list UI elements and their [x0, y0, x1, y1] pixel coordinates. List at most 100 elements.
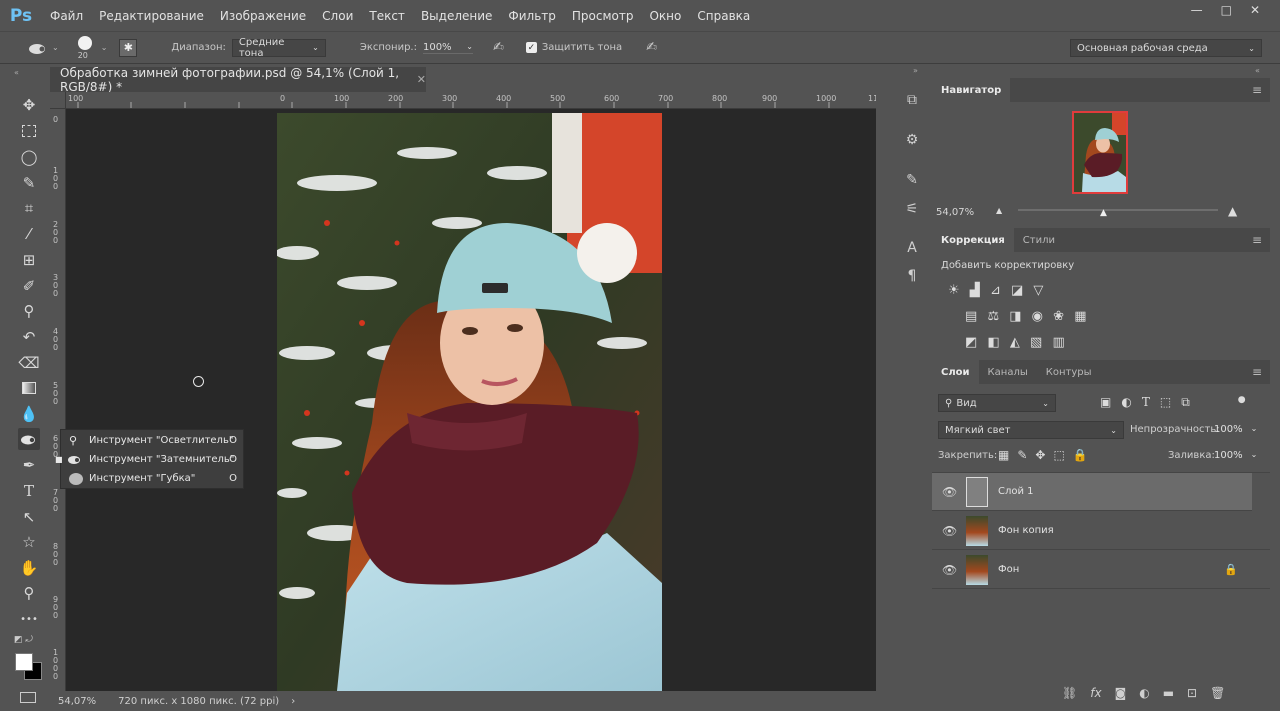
layer-filter-select[interactable]: ⚲ Вид ⌄	[938, 394, 1056, 412]
marquee-tool-icon[interactable]	[18, 120, 40, 142]
filter-smart-object-icon[interactable]: ⧉	[1181, 395, 1190, 410]
adjustment-icon[interactable]: ◐	[1139, 686, 1149, 700]
menu-view[interactable]: Просмотр	[564, 9, 642, 23]
layer-row[interactable]: 👁 Фон копия	[932, 512, 1270, 550]
slider-handle-icon[interactable]: ▲	[1100, 208, 1107, 218]
menu-select[interactable]: Выделение	[413, 9, 500, 23]
layer-row[interactable]: 👁 Фон 🔒	[932, 551, 1270, 589]
navigator-zoom[interactable]: 54,07%	[936, 207, 974, 218]
eyedropper-tool-icon[interactable]: ⁄	[18, 223, 40, 245]
properties-panel-icon[interactable]: ⚙	[902, 130, 922, 150]
gradient-tool-icon[interactable]	[18, 377, 40, 399]
lock-position-icon[interactable]: ✥	[1035, 448, 1045, 462]
blend-mode-select[interactable]: Мягкий свет ⌄	[938, 421, 1124, 439]
visibility-eye-icon[interactable]: 👁	[942, 485, 957, 499]
range-select[interactable]: Средние тона ⌄	[231, 37, 326, 59]
link-icon[interactable]: ⛓	[1062, 686, 1077, 700]
quick-select-tool-icon[interactable]: ✎	[18, 172, 40, 194]
menu-type[interactable]: Текст	[361, 9, 413, 23]
close-button[interactable]: ✕	[1250, 3, 1260, 17]
history-brush-tool-icon[interactable]: ↶	[18, 326, 40, 348]
path-select-tool-icon[interactable]: ↖	[18, 506, 40, 528]
zoom-tool-icon[interactable]: ⚲	[18, 582, 40, 604]
foreground-color-swatch[interactable]	[15, 653, 33, 671]
filter-type-icon[interactable]: T	[1142, 395, 1150, 410]
channel-mixer-icon[interactable]: ❀	[1053, 309, 1064, 324]
fill-input[interactable]: 100% ⌄	[1214, 450, 1257, 461]
color-lookup-icon[interactable]: ▦	[1074, 309, 1086, 324]
airbrush-icon[interactable]: ✍	[493, 40, 504, 55]
brightness-icon[interactable]: ☀	[948, 283, 960, 298]
black-white-icon[interactable]: ◨	[1009, 309, 1021, 324]
menu-image[interactable]: Изображение	[212, 9, 314, 23]
zoom-out-icon[interactable]: ▲	[996, 206, 1002, 215]
levels-icon[interactable]: ▟	[970, 283, 980, 298]
pen-tool-icon[interactable]: ✒	[18, 454, 40, 476]
mask-icon[interactable]: ◙	[1115, 686, 1127, 700]
filter-adjustment-icon[interactable]: ◐	[1121, 395, 1131, 410]
photo-canvas[interactable]	[277, 113, 662, 691]
flyout-item-sponge[interactable]: Инструмент "Губка" O	[61, 469, 245, 488]
swap-colors-icon[interactable]: ◩ ⤾	[14, 635, 33, 645]
sliders-icon[interactable]: ⚟	[902, 199, 922, 219]
brush-presets-icon[interactable]: ✎	[902, 170, 922, 190]
move-tool-icon[interactable]: ✥	[18, 94, 40, 116]
lock-all-icon[interactable]: 🔒	[1073, 448, 1088, 462]
paragraph-panel-icon[interactable]: ¶	[902, 266, 922, 286]
panel-menu-icon[interactable]: ≡	[1252, 365, 1262, 379]
flyout-item-burn[interactable]: ■ Инструмент "Затемнитель" O	[55, 450, 245, 469]
tab-paths[interactable]: Контуры	[1037, 360, 1101, 384]
color-balance-icon[interactable]: ⚖	[987, 309, 999, 324]
document-tab[interactable]: Обработка зимней фотографии.psd @ 54,1% …	[50, 66, 426, 94]
lock-artboard-icon[interactable]: ⬚	[1053, 448, 1064, 462]
lasso-tool-icon[interactable]: ◯	[18, 146, 40, 168]
tool-preset-picker[interactable]: ⌄	[28, 41, 59, 55]
exposure-icon[interactable]: ◪	[1011, 283, 1023, 298]
invert-icon[interactable]: ◩	[965, 335, 977, 350]
tab-styles[interactable]: Стили	[1014, 228, 1064, 252]
menu-file[interactable]: Файл	[42, 9, 91, 23]
protect-tones-checkbox[interactable]: ✓	[525, 42, 537, 53]
lock-pixels-icon[interactable]: ✎	[1017, 448, 1027, 462]
panel-menu-icon[interactable]: ≡	[1252, 233, 1262, 247]
ruler-origin[interactable]	[50, 92, 66, 109]
posterize-icon[interactable]: ◧	[987, 335, 999, 350]
status-arrow-icon[interactable]: ›	[291, 696, 295, 707]
layer-name[interactable]: Фон копия	[998, 525, 1054, 536]
type-tool-icon[interactable]: T	[18, 480, 40, 502]
tab-correction[interactable]: Коррекция	[932, 228, 1014, 252]
visibility-eye-icon[interactable]: 👁	[942, 524, 957, 538]
filter-pixel-icon[interactable]: ▣	[1100, 395, 1111, 410]
workspace-select[interactable]: Основная рабочая среда ⌄	[1070, 39, 1262, 57]
hue-saturation-icon[interactable]: ▤	[965, 309, 977, 324]
history-panel-icon[interactable]: ⧉	[902, 90, 922, 110]
brush-size-picker[interactable]: 20	[75, 34, 97, 62]
brush-tool-icon[interactable]: ✐	[18, 275, 40, 297]
minimize-button[interactable]: —	[1191, 3, 1203, 17]
panel-menu-icon[interactable]: ≡	[1252, 83, 1262, 97]
status-zoom[interactable]: 54,07%	[58, 696, 96, 707]
layer-name[interactable]: Фон	[998, 564, 1019, 575]
threshold-icon[interactable]: ◭	[1010, 335, 1020, 350]
fx-icon[interactable]: fx	[1090, 686, 1101, 700]
menu-window[interactable]: Окно	[641, 9, 689, 23]
tab-navigator[interactable]: Навигатор	[932, 78, 1011, 102]
brush-settings-button[interactable]: ✱	[119, 38, 138, 57]
folder-icon[interactable]: ▬	[1163, 686, 1174, 700]
lock-transparent-icon[interactable]: ▦	[998, 448, 1009, 462]
gradient-map-icon[interactable]: ▧	[1030, 335, 1042, 350]
filter-shape-icon[interactable]: ⬚	[1160, 395, 1171, 410]
quick-mask-icon[interactable]	[20, 692, 36, 703]
burn-tool-icon[interactable]	[18, 428, 40, 450]
blur-tool-icon[interactable]: 💧	[18, 403, 40, 425]
menu-edit[interactable]: Редактирование	[91, 9, 212, 23]
exposure-input[interactable]: 100% ⌄	[422, 42, 473, 54]
tab-channels[interactable]: Каналы	[979, 360, 1037, 384]
pressure-size-icon[interactable]: ✍	[646, 40, 657, 55]
stamp-tool-icon[interactable]: ⚲	[18, 300, 40, 322]
panels-collapse[interactable]: «	[1255, 66, 1260, 75]
new-layer-icon[interactable]: ⊡	[1187, 686, 1197, 700]
zoom-in-icon[interactable]: ▲	[1228, 204, 1237, 218]
character-panel-icon[interactable]: A	[902, 238, 922, 258]
flyout-item-dodge[interactable]: ⚲ Инструмент "Осветлитель" O	[61, 431, 245, 450]
